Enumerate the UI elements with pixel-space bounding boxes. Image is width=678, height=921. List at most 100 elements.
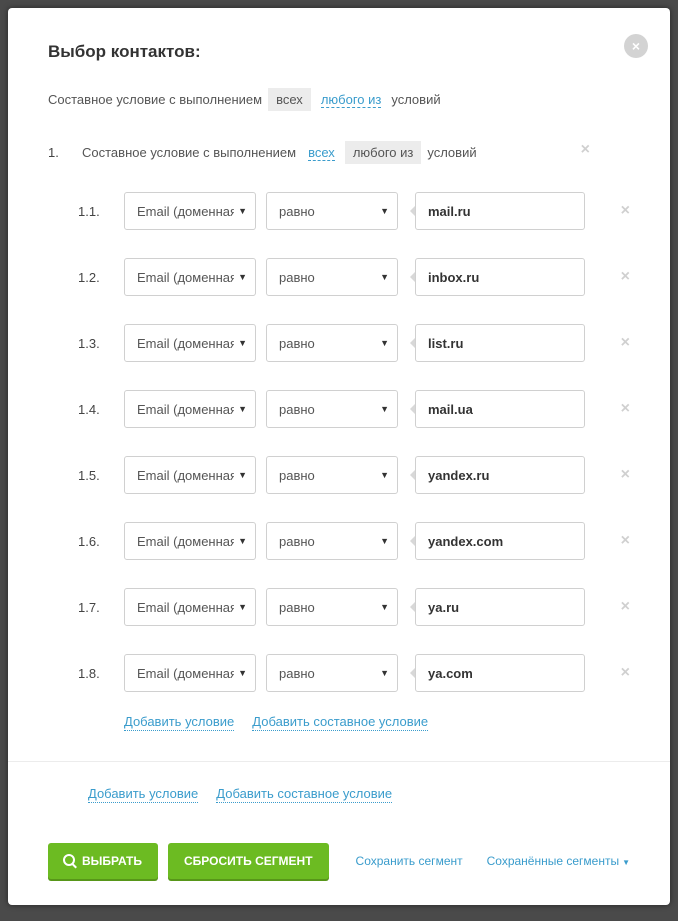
save-segment-link[interactable]: Сохранить сегмент <box>356 854 463 868</box>
value-input[interactable] <box>415 390 585 428</box>
group-condition-any[interactable]: любого из <box>345 141 422 164</box>
field-select[interactable]: Email (доменная ▼ <box>124 456 256 494</box>
divider <box>8 761 670 762</box>
chevron-down-icon: ▼ <box>238 338 247 348</box>
field-select-value: Email (доменная <box>137 534 234 549</box>
field-select-value: Email (доменная <box>137 204 234 219</box>
remove-row-icon[interactable]: × <box>611 268 630 286</box>
condition-row: 1.4. Email (доменная ▼ равно ▼ × <box>48 390 630 428</box>
field-select[interactable]: Email (доменная ▼ <box>124 588 256 626</box>
condition-row: 1.2. Email (доменная ▼ равно ▼ × <box>48 258 630 296</box>
condition-group-header: 1. Составное условие с выполнением всех … <box>48 141 630 164</box>
remove-row-icon[interactable]: × <box>611 466 630 484</box>
row-number: 1.1. <box>78 204 124 219</box>
select-button[interactable]: ВЫБРАТЬ <box>48 843 158 879</box>
add-condition-link-outer[interactable]: Добавить условие <box>88 786 198 803</box>
row-number: 1.7. <box>78 600 124 615</box>
remove-row-icon[interactable]: × <box>611 598 630 616</box>
row-number: 1.6. <box>78 534 124 549</box>
chevron-down-icon: ▼ <box>380 470 389 480</box>
add-condition-link[interactable]: Добавить условие <box>124 714 234 731</box>
chevron-down-icon: ▼ <box>238 206 247 216</box>
modal-footer: ВЫБРАТЬ СБРОСИТЬ СЕГМЕНТ Сохранить сегме… <box>48 843 630 879</box>
reset-segment-button[interactable]: СБРОСИТЬ СЕГМЕНТ <box>168 843 329 879</box>
operator-select[interactable]: равно ▼ <box>266 324 398 362</box>
value-input[interactable] <box>415 522 585 560</box>
chevron-down-icon: ▼ <box>380 272 389 282</box>
search-icon <box>64 855 76 867</box>
field-select[interactable]: Email (доменная ▼ <box>124 390 256 428</box>
chevron-down-icon: ▼ <box>238 404 247 414</box>
add-compound-condition-link-outer[interactable]: Добавить составное условие <box>216 786 392 803</box>
field-select-value: Email (доменная <box>137 600 234 615</box>
row-number: 1.2. <box>78 270 124 285</box>
chevron-down-icon: ▼ <box>238 470 247 480</box>
select-button-label: ВЫБРАТЬ <box>82 854 142 868</box>
remove-row-icon[interactable]: × <box>611 532 630 550</box>
outer-add-links: Добавить условие Добавить составное усло… <box>48 786 630 803</box>
value-input[interactable] <box>415 324 585 362</box>
operator-select[interactable]: равно ▼ <box>266 258 398 296</box>
row-number: 1.3. <box>78 336 124 351</box>
remove-row-icon[interactable]: × <box>611 664 630 682</box>
contact-selection-modal: × Выбор контактов: Составное условие с в… <box>8 8 670 905</box>
operator-select-value: равно <box>279 270 376 285</box>
chevron-down-icon: ▼ <box>380 602 389 612</box>
top-condition-prefix: Составное условие с выполнением <box>48 92 262 107</box>
row-number: 1.4. <box>78 402 124 417</box>
chevron-down-icon: ▼ <box>238 668 247 678</box>
top-condition-any[interactable]: любого из <box>321 92 382 108</box>
value-input[interactable] <box>415 654 585 692</box>
field-select[interactable]: Email (доменная ▼ <box>124 258 256 296</box>
chevron-down-icon: ▼ <box>238 536 247 546</box>
value-input[interactable] <box>415 456 585 494</box>
operator-select[interactable]: равно ▼ <box>266 522 398 560</box>
operator-select[interactable]: равно ▼ <box>266 654 398 692</box>
chevron-down-icon: ▼ <box>238 602 247 612</box>
condition-row: 1.3. Email (доменная ▼ равно ▼ × <box>48 324 630 362</box>
field-select[interactable]: Email (доменная ▼ <box>124 324 256 362</box>
group-condition-all[interactable]: всех <box>308 145 335 161</box>
chevron-down-icon: ▼ <box>238 272 247 282</box>
operator-select[interactable]: равно ▼ <box>266 456 398 494</box>
saved-segments-dropdown[interactable]: Сохранённые сегменты <box>487 854 630 868</box>
value-input[interactable] <box>415 588 585 626</box>
field-select[interactable]: Email (доменная ▼ <box>124 654 256 692</box>
field-select-value: Email (доменная <box>137 336 234 351</box>
operator-select-value: равно <box>279 666 376 681</box>
remove-row-icon[interactable]: × <box>611 202 630 220</box>
condition-row: 1.5. Email (доменная ▼ равно ▼ × <box>48 456 630 494</box>
group-add-links: Добавить условие Добавить составное усло… <box>48 714 630 731</box>
value-input[interactable] <box>415 192 585 230</box>
group-condition-suffix: условий <box>427 145 476 160</box>
row-number: 1.5. <box>78 468 124 483</box>
remove-row-icon[interactable]: × <box>611 400 630 418</box>
close-icon[interactable]: × <box>624 34 648 58</box>
chevron-down-icon: ▼ <box>380 338 389 348</box>
top-condition-suffix: условий <box>391 92 440 107</box>
group-condition-prefix: Составное условие с выполнением <box>82 145 296 160</box>
top-condition-selector: Составное условие с выполнением всех люб… <box>48 88 630 111</box>
operator-select[interactable]: равно ▼ <box>266 588 398 626</box>
operator-select-value: равно <box>279 600 376 615</box>
field-select[interactable]: Email (доменная ▼ <box>124 192 256 230</box>
remove-row-icon[interactable]: × <box>611 334 630 352</box>
add-compound-condition-link[interactable]: Добавить составное условие <box>252 714 428 731</box>
condition-row: 1.7. Email (доменная ▼ равно ▼ × <box>48 588 630 626</box>
footer-links: Сохранить сегмент Сохранённые сегменты <box>356 854 630 868</box>
value-input[interactable] <box>415 258 585 296</box>
operator-select[interactable]: равно ▼ <box>266 192 398 230</box>
operator-select[interactable]: равно ▼ <box>266 390 398 428</box>
chevron-down-icon: ▼ <box>380 536 389 546</box>
operator-select-value: равно <box>279 468 376 483</box>
group-number: 1. <box>48 145 76 160</box>
field-select-value: Email (доменная <box>137 666 234 681</box>
operator-select-value: равно <box>279 336 376 351</box>
condition-row: 1.1. Email (доменная ▼ равно ▼ × <box>48 192 630 230</box>
modal-title: Выбор контактов: <box>48 42 630 62</box>
remove-group-icon[interactable]: × <box>581 141 590 159</box>
field-select-value: Email (доменная <box>137 270 234 285</box>
field-select[interactable]: Email (доменная ▼ <box>124 522 256 560</box>
top-condition-all[interactable]: всех <box>268 88 311 111</box>
condition-row: 1.6. Email (доменная ▼ равно ▼ × <box>48 522 630 560</box>
